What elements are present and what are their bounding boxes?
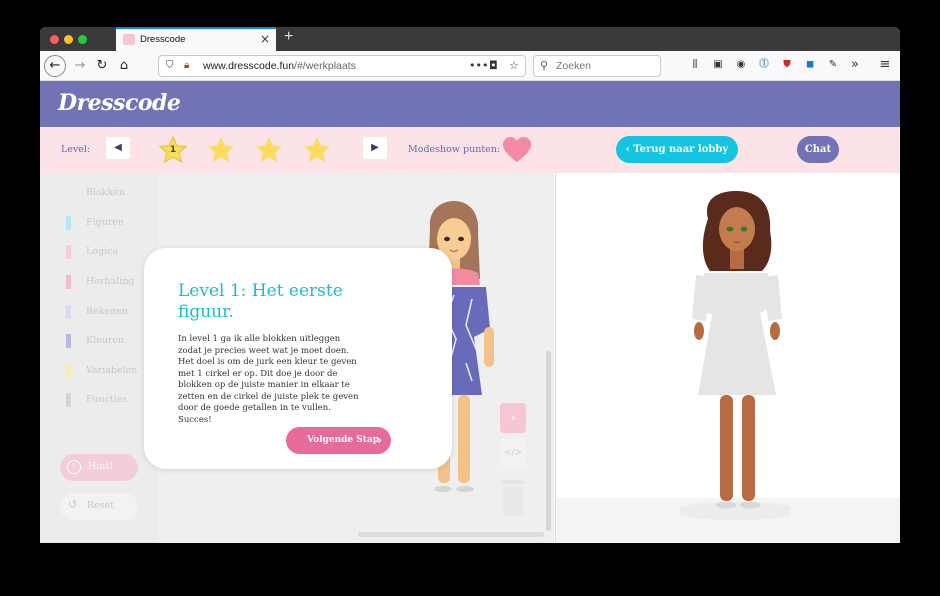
reload-button[interactable]: ↻ <box>91 55 113 77</box>
browser-window: Dresscode × + ← → ↻ ⌂ ⛉ 🔒︎ www.dresscode… <box>40 27 900 543</box>
extension-icon[interactable]: ◼ <box>803 58 817 72</box>
level-star-2[interactable] <box>206 135 236 165</box>
level-star-3[interactable] <box>254 135 284 165</box>
trash-icon[interactable] <box>500 478 526 518</box>
star-icon <box>256 137 282 162</box>
dress-preview-pane <box>555 173 900 543</box>
bookmark-star-icon[interactable]: ☆ <box>509 59 519 72</box>
library-icon[interactable]: ⫼ <box>688 58 702 72</box>
tab-close-icon[interactable]: × <box>260 32 270 46</box>
star-icon <box>304 137 330 162</box>
favicon-icon <box>123 34 135 45</box>
category-color-swatch <box>66 364 71 378</box>
back-to-lobby-button[interactable]: ‹ Terug naar lobby <box>616 136 738 163</box>
category-label: Variabelen <box>86 365 138 376</box>
category-figuren[interactable]: Figuren <box>66 215 156 231</box>
undo-icon: ↺ <box>68 498 78 511</box>
info-icon: ! <box>67 460 81 474</box>
next-step-label: Volgende Stap <box>307 435 380 445</box>
next-level-button[interactable]: ▶ <box>363 137 387 159</box>
category-label: Figuren <box>86 217 125 228</box>
forward-button[interactable]: → <box>69 55 91 77</box>
fashion-show-points-label: Modeshow punten: <box>408 144 501 155</box>
new-tab-button[interactable]: + <box>284 28 293 46</box>
category-color-swatch <box>66 393 71 407</box>
hint-label: Hint! <box>88 461 114 472</box>
category-label: Rekenen <box>86 306 129 317</box>
password-manager-icon[interactable]: ⓵ <box>757 58 771 72</box>
dialog-body: In level 1 ga ik alle blokken uitleggen … <box>178 334 359 425</box>
run-code-button[interactable]: › <box>500 403 526 433</box>
category-label: Blokken <box>86 187 125 198</box>
level-label: Level: <box>61 144 91 155</box>
insecure-lock-icon[interactable]: 🔒︎ <box>184 60 189 71</box>
category-rekenen[interactable]: Rekenen <box>66 304 156 320</box>
tab-bar: Dresscode × + <box>40 27 900 51</box>
reset-button[interactable]: ↺ Reset <box>60 493 138 520</box>
level-bar: Level: ◀ 1 ▶ Modeshow punten: ‹ Terug na… <box>40 127 900 173</box>
level-star-current[interactable]: 1 <box>158 135 188 165</box>
menu-icon[interactable]: ≡ <box>878 58 892 72</box>
shield-icon[interactable]: ⛉ <box>166 60 174 71</box>
page-actions-icon[interactable]: ••• <box>469 59 488 72</box>
minimize-window-button[interactable] <box>64 35 73 44</box>
site-header: Dresscode <box>40 81 900 127</box>
overflow-icon[interactable]: » <box>848 58 862 72</box>
category-kleuren[interactable]: Kleuren <box>66 333 156 349</box>
category-color-swatch <box>66 216 71 230</box>
navigation-toolbar: ← → ↻ ⌂ ⛉ 🔒︎ www.dresscode.fun/#/werkpla… <box>40 51 900 81</box>
previous-level-button[interactable]: ◀ <box>106 137 130 159</box>
level-intro-dialog: Level 1: Het eerste figuur. In level 1 g… <box>144 248 452 469</box>
tab-dresscode[interactable]: Dresscode × <box>116 27 276 51</box>
lobby-button-label: Terug naar lobby <box>633 144 729 155</box>
workspace-vertical-scrollbar[interactable] <box>546 351 551 531</box>
star-icon <box>208 137 234 162</box>
category-variabelen[interactable]: Variabelen <box>66 363 156 379</box>
pocket-icon[interactable]: ◘ <box>489 59 498 72</box>
category-color-swatch <box>66 245 71 259</box>
current-level-number: 1 <box>169 145 177 155</box>
workspace-horizontal-scrollbar[interactable] <box>358 532 544 537</box>
chat-button[interactable]: Chat <box>797 136 839 163</box>
tab-title: Dresscode <box>140 34 186 45</box>
site-logo[interactable]: Dresscode <box>58 90 181 116</box>
category-color-swatch <box>66 334 71 348</box>
url-text[interactable]: www.dresscode.fun/#/werkplaats <box>203 60 356 72</box>
chevron-right-icon: › <box>377 433 382 447</box>
sidebar-icon[interactable]: ▣ <box>711 58 725 72</box>
view-code-button[interactable]: </> <box>500 438 526 468</box>
close-window-button[interactable] <box>50 35 59 44</box>
category-logica[interactable]: Logica <box>66 244 156 260</box>
extension-badge-icon[interactable]: ✎ <box>826 58 840 72</box>
ublock-icon[interactable]: ⛊ <box>780 58 794 72</box>
code-icon: </> <box>503 448 523 458</box>
category-color-swatch <box>66 275 71 289</box>
category-label: Kleuren <box>86 335 125 346</box>
back-button[interactable]: ← <box>44 55 66 77</box>
maximize-window-button[interactable] <box>78 35 87 44</box>
search-placeholder: Zoeken <box>556 60 592 72</box>
category-label: Herhaling <box>86 276 135 287</box>
category-label: Functies <box>86 394 128 405</box>
chevron-right-icon: › <box>510 410 516 426</box>
category-blokken[interactable]: Blokken <box>66 185 156 201</box>
level-star-4[interactable] <box>302 135 332 165</box>
hint-button[interactable]: ! Hint! <box>60 454 138 481</box>
model-character <box>680 191 790 520</box>
dialog-title: Level 1: Het eerste figuur. <box>178 281 343 322</box>
home-button[interactable]: ⌂ <box>113 55 135 77</box>
category-color-swatch <box>66 305 71 319</box>
search-icon: ⚲ <box>540 59 549 72</box>
category-herhaling[interactable]: Herhaling <box>66 274 156 290</box>
heart-icon <box>503 137 531 162</box>
account-icon[interactable]: ◉ <box>734 58 748 72</box>
category-label: Logica <box>86 246 119 257</box>
block-category-list: Blokken Figuren Logica Herhaling Rekenen… <box>40 173 158 543</box>
search-bar[interactable]: ⚲ Zoeken <box>533 55 661 77</box>
next-step-button[interactable]: Volgende Stap › <box>286 427 391 454</box>
category-functies[interactable]: Functies <box>66 392 156 408</box>
url-bar[interactable]: ⛉ 🔒︎ www.dresscode.fun/#/werkplaats ••• … <box>158 55 526 77</box>
reset-label: Reset <box>87 500 115 511</box>
